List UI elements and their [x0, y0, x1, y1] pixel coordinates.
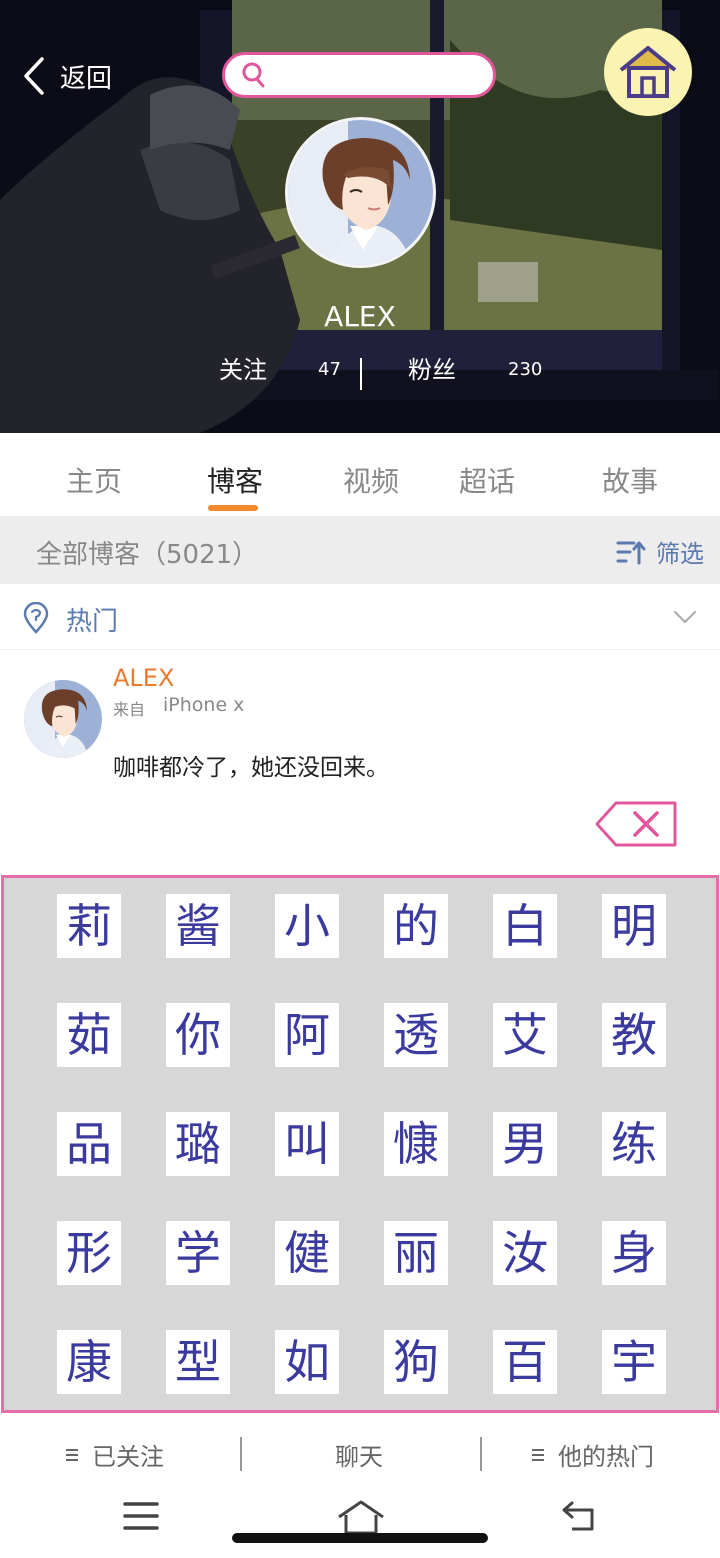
- following-count[interactable]: 47: [318, 352, 341, 388]
- char-key[interactable]: 慷: [384, 1112, 448, 1176]
- search-icon: [242, 62, 265, 88]
- profile-tabs: 主页 博客 视频 超话 故事: [0, 460, 720, 516]
- char-key[interactable]: 练: [602, 1112, 666, 1176]
- char-key[interactable]: 艾: [493, 1003, 557, 1067]
- blog-post[interactable]: ALEX 来自 iPhone x 咖啡都冷了，她还没回来。: [0, 650, 720, 874]
- char-key[interactable]: 你: [166, 1003, 230, 1067]
- char-key[interactable]: 百: [493, 1330, 557, 1394]
- post-device: iPhone x: [163, 694, 245, 716]
- tab-video[interactable]: 视频: [343, 460, 399, 500]
- char-key[interactable]: 透: [384, 1003, 448, 1067]
- all-blogs-count: 全部博客（5021）: [36, 540, 259, 570]
- system-navigation-bar: [0, 1493, 720, 1558]
- followers-count[interactable]: 230: [508, 352, 542, 388]
- delete-button[interactable]: [594, 800, 678, 848]
- char-key[interactable]: 身: [602, 1221, 666, 1285]
- post-content: 咖啡都冷了，她还没回来。: [113, 755, 389, 781]
- blog-filter-bar: 全部博客（5021） 筛选: [0, 516, 720, 584]
- menu-lines-icon: [532, 1448, 544, 1461]
- character-keyboard: 莉 酱 小 的 白 明 茹 你 阿 透 艾 教 品 璐 叫 慷 男 练 形 学 …: [1, 875, 719, 1413]
- char-key[interactable]: 健: [275, 1221, 339, 1285]
- char-key[interactable]: 的: [384, 894, 448, 958]
- char-key[interactable]: 品: [57, 1112, 121, 1176]
- return-arrow-icon[interactable]: [560, 1499, 600, 1533]
- home-indicator[interactable]: [232, 1533, 488, 1543]
- char-key[interactable]: 学: [166, 1221, 230, 1285]
- avatar-illustration: [24, 680, 102, 758]
- char-key[interactable]: 阿: [275, 1003, 339, 1067]
- back-button[interactable]: 返回: [22, 52, 112, 100]
- char-key[interactable]: 白: [493, 894, 557, 958]
- chat-button[interactable]: 聊天: [335, 1437, 383, 1472]
- his-hot-button[interactable]: 他的热门: [530, 1437, 654, 1472]
- house-icon: [619, 46, 677, 98]
- tab-home[interactable]: 主页: [66, 460, 122, 500]
- chevron-left-icon: [24, 57, 44, 95]
- char-key[interactable]: 璐: [166, 1112, 230, 1176]
- avatar-illustration: [288, 120, 433, 265]
- char-key[interactable]: 小: [275, 894, 339, 958]
- profile-stats: 关注 47 粉丝 230: [0, 352, 720, 392]
- char-key[interactable]: 莉: [57, 894, 121, 958]
- char-key[interactable]: 宇: [602, 1330, 666, 1394]
- menu-lines-icon: [66, 1448, 78, 1461]
- followers-label[interactable]: 粉丝: [408, 352, 456, 388]
- profile-action-bar: 已关注 聊天 他的热门: [0, 1413, 720, 1493]
- post-source-label: 来自: [113, 700, 146, 719]
- action-divider: [480, 1437, 482, 1471]
- backspace-icon: [595, 801, 677, 847]
- char-key[interactable]: 康: [57, 1330, 121, 1394]
- char-key[interactable]: 丽: [384, 1221, 448, 1285]
- hot-label: 热门: [66, 607, 119, 637]
- his-hot-label: 他的热门: [558, 1443, 654, 1471]
- profile-username: ALEX: [324, 300, 396, 333]
- chevron-down-icon: [674, 611, 696, 623]
- hot-sort-dropdown[interactable]: 热门: [0, 584, 720, 650]
- char-key[interactable]: 酱: [166, 894, 230, 958]
- sort-up-icon: [616, 541, 646, 564]
- char-key[interactable]: 如: [275, 1330, 339, 1394]
- tab-blog[interactable]: 博客: [207, 460, 263, 500]
- char-key[interactable]: 茹: [57, 1003, 121, 1067]
- stats-divider: [360, 358, 362, 390]
- search-bar[interactable]: [222, 52, 496, 98]
- char-key[interactable]: 叫: [275, 1112, 339, 1176]
- tab-story[interactable]: 故事: [602, 460, 658, 500]
- char-key[interactable]: 教: [602, 1003, 666, 1067]
- profile-avatar[interactable]: [285, 117, 436, 268]
- post-author-name[interactable]: ALEX: [113, 664, 174, 692]
- post-author-avatar[interactable]: [24, 680, 102, 758]
- followed-label: 已关注: [92, 1443, 164, 1471]
- char-key[interactable]: 狗: [384, 1330, 448, 1394]
- hamburger-icon[interactable]: [122, 1499, 160, 1533]
- char-key[interactable]: 男: [493, 1112, 557, 1176]
- tab-super-topic[interactable]: 超话: [459, 460, 515, 500]
- followed-button[interactable]: 已关注: [64, 1437, 164, 1472]
- chat-label: 聊天: [335, 1443, 383, 1471]
- filter-button[interactable]: 筛选: [616, 534, 704, 569]
- home-button[interactable]: [604, 28, 692, 116]
- search-input[interactable]: [275, 63, 475, 87]
- char-key[interactable]: 明: [602, 894, 666, 958]
- back-label: 返回: [60, 63, 113, 94]
- location-pin-icon: [23, 602, 49, 634]
- profile-banner: 返回 ALEX 关注 47 粉丝 230: [0, 0, 720, 433]
- action-divider: [240, 1437, 242, 1471]
- active-tab-indicator: [208, 505, 258, 511]
- char-key[interactable]: 汝: [493, 1221, 557, 1285]
- following-label[interactable]: 关注: [219, 352, 267, 388]
- char-key[interactable]: 型: [166, 1330, 230, 1394]
- filter-label: 筛选: [656, 540, 704, 568]
- house-outline-icon[interactable]: [336, 1499, 386, 1535]
- char-key[interactable]: 形: [57, 1221, 121, 1285]
